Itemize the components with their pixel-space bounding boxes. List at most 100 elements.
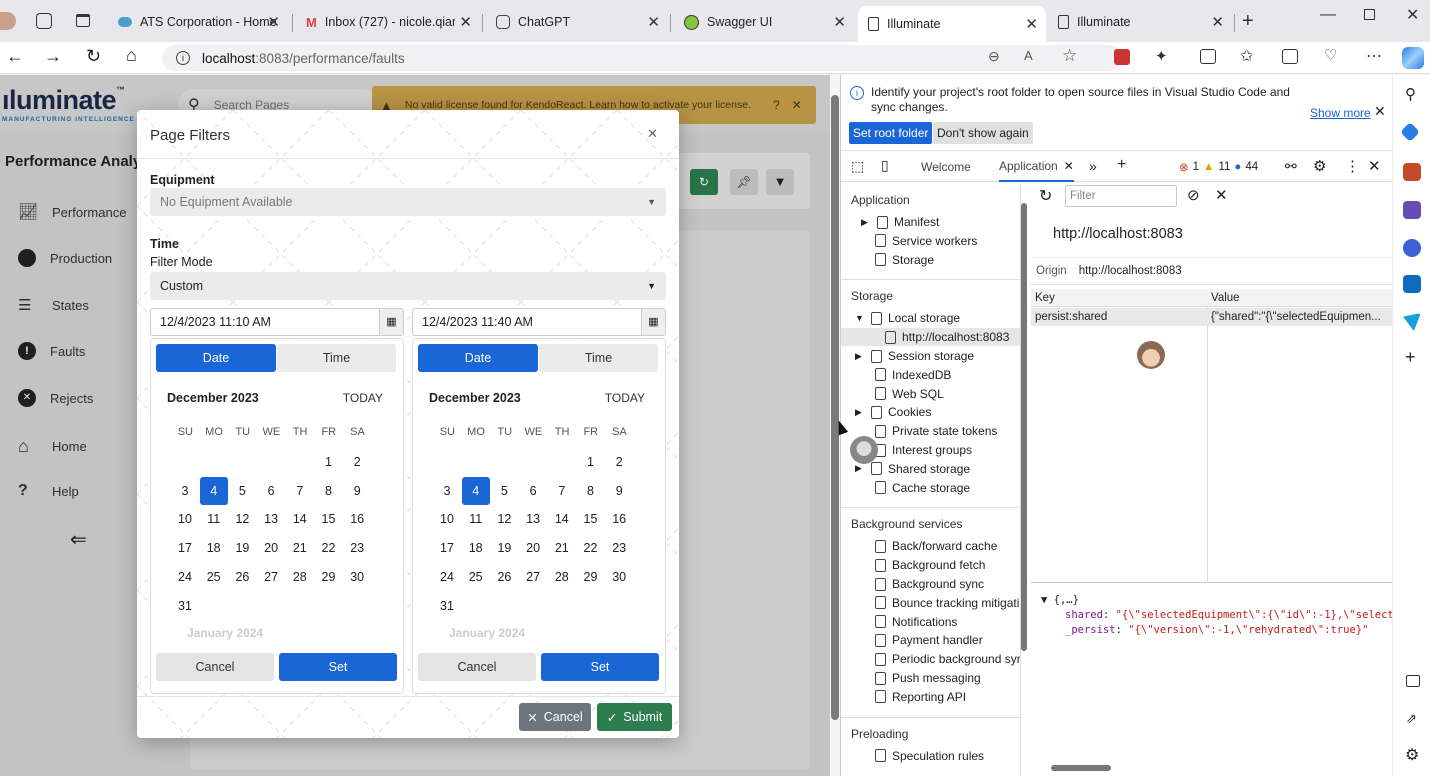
settings-gear-icon[interactable]: ⚙	[1313, 157, 1326, 175]
day-cell[interactable]: 24	[171, 563, 199, 591]
dialog-close-icon[interactable]: ✕	[647, 126, 658, 142]
minimize-button[interactable]: —	[1320, 6, 1336, 24]
tree-item-cookies[interactable]: ▶ Cookies	[855, 405, 931, 419]
connections-icon[interactable]: ⚯	[1285, 158, 1297, 175]
cancel-button[interactable]: Cancel	[156, 653, 274, 681]
footer-cancel-button[interactable]: ✕ Cancel	[519, 703, 591, 731]
time-tab[interactable]: Time	[277, 344, 396, 372]
day-cell[interactable]: 17	[171, 534, 199, 562]
expand-arrow-icon[interactable]: ▶	[855, 463, 865, 474]
day-cell[interactable]: 12	[490, 505, 518, 533]
start-datetime-input[interactable]: 12/4/2023 11:10 AM ▦	[150, 308, 404, 336]
workspaces-icon[interactable]	[36, 13, 52, 29]
tree-item-background[interactable]: Bounce tracking mitigati	[875, 596, 1019, 610]
day-cell[interactable]: 2	[605, 448, 633, 476]
refresh-icon[interactable]: ↻	[1039, 186, 1052, 206]
tab-illuminate[interactable]: Illuminate ✕	[1048, 8, 1232, 36]
close-icon[interactable]: ✕	[1025, 15, 1038, 33]
day-cell[interactable]: 3	[171, 477, 199, 505]
scrollbar-thumb[interactable]	[831, 95, 839, 720]
day-cell[interactable]: 27	[519, 563, 547, 591]
day-cell[interactable]: 16	[343, 505, 371, 533]
tab-swagger[interactable]: Swagger UI ✕	[674, 8, 854, 36]
filter-input[interactable]: Filter	[1065, 185, 1177, 207]
favorite-star-icon[interactable]: ☆	[1062, 46, 1077, 66]
device-toolbar-icon[interactable]: ▯	[881, 157, 889, 174]
settings-gear-icon[interactable]: ⚙	[1405, 745, 1419, 765]
tree-item-localhost[interactable]: http://localhost:8083	[885, 330, 1009, 344]
day-cell[interactable]: 7	[548, 477, 576, 505]
tree-item-background[interactable]: Notifications	[875, 615, 957, 629]
today-button[interactable]: TODAY	[343, 391, 383, 405]
day-cell[interactable]: 13	[519, 505, 547, 533]
set-root-folder-button[interactable]: Set root folder	[849, 122, 933, 144]
office-icon[interactable]	[1403, 239, 1421, 257]
add-icon[interactable]: +	[1405, 347, 1416, 368]
tree-item-session-storage[interactable]: ▶ Session storage	[855, 349, 974, 363]
split-screen-icon[interactable]	[1200, 49, 1216, 64]
day-cell[interactable]: 31	[171, 592, 199, 620]
date-tab[interactable]: Date	[156, 344, 276, 372]
tree-item-private-state-tokens[interactable]: Private state tokens	[875, 424, 997, 438]
heart-monitor-icon[interactable]: ♡	[1324, 46, 1337, 64]
tree-item-speculation-rules[interactable]: Speculation rules	[875, 749, 984, 763]
maximize-button[interactable]	[1364, 9, 1375, 20]
read-aloud-icon[interactable]: A	[1024, 48, 1033, 63]
submit-button[interactable]: ✓ Submit	[597, 703, 672, 731]
equipment-select[interactable]: No Equipment Available ▼	[150, 188, 666, 216]
tab-application[interactable]: Application ✕	[999, 152, 1074, 182]
day-cell[interactable]: 4	[199, 476, 228, 505]
day-cell[interactable]: 19	[228, 534, 256, 562]
month-title[interactable]: December 2023	[167, 391, 259, 405]
day-cell[interactable]: 4	[461, 476, 490, 505]
day-cell[interactable]: 20	[519, 534, 547, 562]
dont-show-again-button[interactable]: Don't show again	[933, 122, 1033, 144]
add-tab-icon[interactable]: +	[1117, 156, 1126, 174]
month-title[interactable]: December 2023	[429, 391, 521, 405]
day-cell[interactable]: 31	[433, 592, 461, 620]
day-cell[interactable]: 10	[433, 505, 461, 533]
close-icon[interactable]: ✕	[833, 13, 846, 31]
day-cell[interactable]: 8	[577, 477, 605, 505]
day-cell[interactable]: 6	[257, 477, 285, 505]
shopping-icon[interactable]	[1400, 122, 1420, 142]
day-cell[interactable]: 30	[343, 563, 371, 591]
day-cell[interactable]: 1	[577, 448, 605, 476]
sidebar-toggle-icon[interactable]	[1406, 675, 1420, 687]
tree-item-service-workers[interactable]: Service workers	[875, 234, 977, 248]
refresh-icon[interactable]: ↻	[86, 46, 101, 67]
day-cell[interactable]: 22	[577, 534, 605, 562]
calendar-icon[interactable]: ▦	[379, 309, 403, 335]
close-window-button[interactable]: ✕	[1406, 5, 1419, 25]
day-cell[interactable]: 19	[490, 534, 518, 562]
cancel-button[interactable]: Cancel	[418, 653, 536, 681]
tools-icon[interactable]	[1403, 163, 1421, 181]
horizontal-scrollbar[interactable]	[1051, 765, 1111, 771]
tree-item-indexeddb[interactable]: IndexedDB	[875, 368, 951, 382]
close-icon[interactable]: ✕	[1064, 159, 1074, 173]
day-cell[interactable]: 26	[490, 563, 518, 591]
profile-avatar[interactable]	[0, 12, 16, 30]
more-tabs-icon[interactable]: »	[1089, 158, 1097, 174]
search-icon[interactable]: ⚲	[1405, 85, 1416, 103]
games-icon[interactable]	[1403, 201, 1421, 219]
tab-actions-icon[interactable]	[76, 14, 90, 27]
today-button[interactable]: TODAY	[605, 391, 645, 405]
table-row[interactable]: persist:shared {"shared":"{\"selectedEqu…	[1031, 308, 1393, 326]
day-cell[interactable]: 11	[200, 505, 228, 533]
back-button[interactable]: ←	[6, 46, 24, 67]
tree-item-background[interactable]: Push messaging	[875, 671, 981, 685]
tree-item-local-storage[interactable]: ▼ Local storage	[855, 311, 960, 325]
issue-counts[interactable]: ⊗ 1 ▲ 11 ● 44	[1179, 160, 1258, 174]
day-cell[interactable]: 11	[462, 505, 490, 533]
expand-arrow-icon[interactable]: ▶	[861, 217, 871, 228]
outlook-icon[interactable]	[1403, 275, 1421, 293]
tab-illuminate-active[interactable]: Illuminate ✕	[858, 6, 1046, 42]
show-more-link[interactable]: Show more	[1310, 106, 1371, 120]
tab-ats[interactable]: ATS Corporation - Home ✕	[108, 8, 288, 36]
date-tab[interactable]: Date	[418, 344, 538, 372]
day-cell[interactable]: 6	[519, 477, 547, 505]
day-cell[interactable]: 29	[315, 563, 343, 591]
close-icon[interactable]: ✕	[1374, 103, 1386, 120]
set-button[interactable]: Set	[279, 653, 397, 681]
